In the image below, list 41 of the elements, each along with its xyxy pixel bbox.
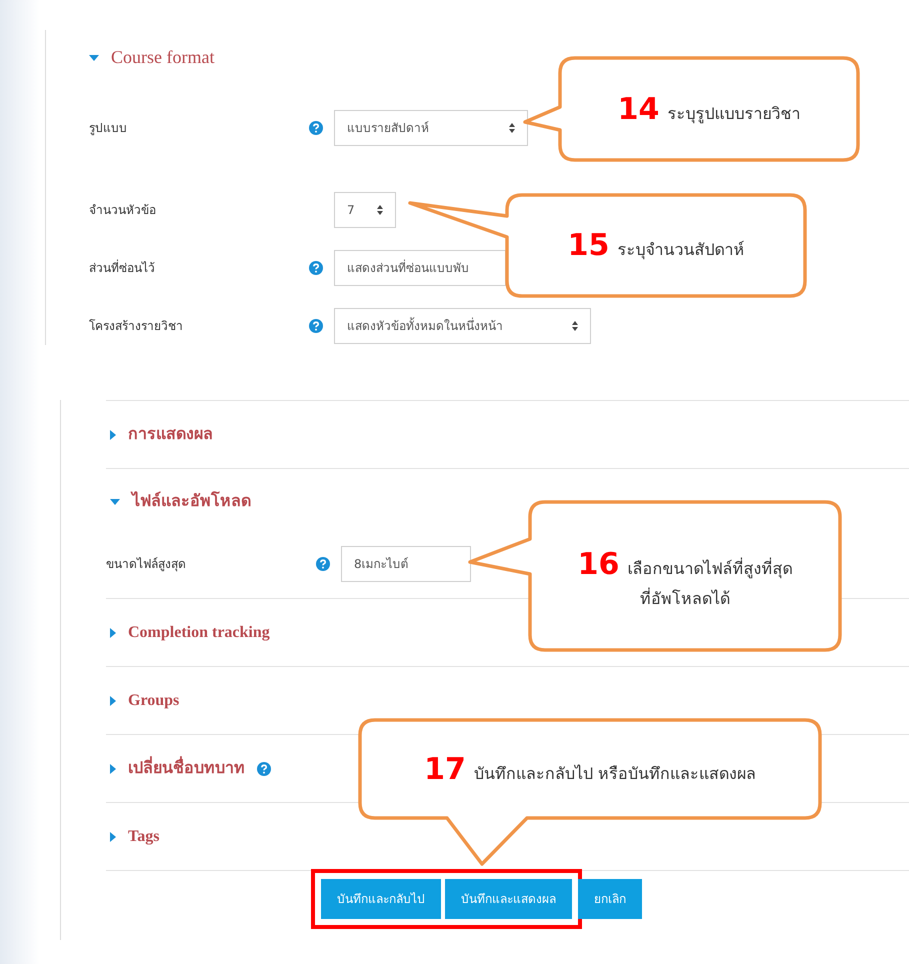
section-title[interactable]: Groups — [128, 688, 180, 712]
callout-text: ที่อัพโหลดได้ — [640, 586, 730, 610]
help-icon[interactable] — [309, 121, 323, 135]
section-title[interactable]: Course format — [111, 44, 214, 71]
callout-text: ระบุจำนวนสัปดาห์ — [617, 239, 744, 262]
help-icon[interactable] — [309, 319, 323, 333]
expand-caret-icon[interactable] — [110, 764, 116, 774]
section-title[interactable]: Tags — [128, 824, 160, 848]
field-label: โครงสร้างรายวิชา — [89, 318, 184, 335]
help-icon[interactable] — [316, 556, 330, 570]
section-title[interactable]: Completion tracking — [128, 620, 270, 644]
callout-text: เลือกขนาดไฟล์ที่สูงที่สุด — [627, 556, 792, 580]
expand-caret-icon[interactable] — [110, 430, 116, 440]
field-label: จำนวนหัวข้อ — [89, 202, 157, 219]
select-field[interactable]: แสดงหัวข้อทั้งหมดในหนึ่งหน้า — [334, 308, 591, 344]
field-label: ขนาดไฟล์สูงสุด — [106, 556, 187, 572]
expand-caret-icon[interactable] — [110, 696, 116, 706]
form-button[interactable]: บันทึกและกลับไป — [321, 879, 441, 919]
section-title[interactable]: การแสดงผล — [128, 422, 213, 446]
collapse-caret-icon[interactable] — [89, 54, 99, 60]
callout-text: ระบุรูปแบบรายวิชา — [667, 102, 800, 126]
form-button[interactable]: ยกเลิก — [578, 879, 642, 919]
section-title[interactable]: เปลี่ยนชื่อบทบาท — [128, 756, 245, 780]
input-field[interactable]: แสดงส่วนที่ซ่อนแบบพับ — [334, 250, 506, 286]
select-field[interactable]: แบบรายสัปดาห์ — [334, 110, 528, 146]
expand-caret-icon[interactable] — [110, 832, 116, 842]
select-field[interactable]: 7 — [334, 192, 396, 228]
help-icon[interactable] — [309, 261, 323, 275]
field-label: ส่วนที่ซ่อนไว้ — [89, 259, 156, 277]
input-field[interactable]: 8เมกะไบต์ — [341, 546, 471, 582]
form-button[interactable]: บันทึกและแสดงผล — [445, 879, 572, 919]
callout-text: บันทึกและกลับไป หรือบันทึกและแสดงผล — [474, 762, 756, 784]
collapse-caret-icon[interactable] — [110, 498, 120, 504]
help-icon[interactable] — [257, 762, 271, 776]
step-number: 14 — [618, 90, 660, 128]
step-number: 17 — [424, 750, 466, 788]
step-number: 16 — [578, 546, 620, 584]
field-label: รูปแบบ — [89, 120, 128, 137]
expand-caret-icon[interactable] — [110, 628, 116, 638]
step-number: 15 — [568, 227, 610, 265]
section-title[interactable]: ไฟล์และอัพโหลด — [132, 490, 251, 514]
